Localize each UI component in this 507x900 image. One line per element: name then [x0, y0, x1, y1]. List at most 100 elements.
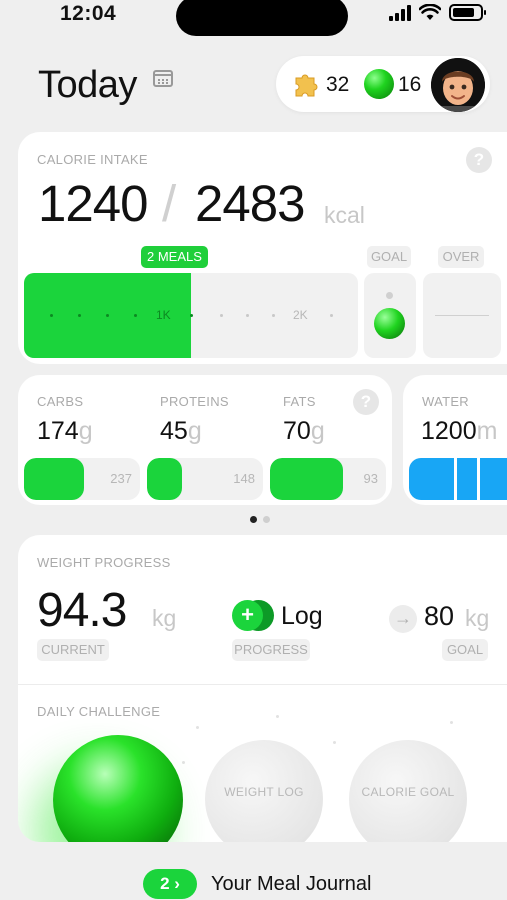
challenge-weight-log-label: WEIGHT LOG — [224, 785, 304, 799]
over-slot — [423, 273, 501, 358]
calorie-label: CALORIE INTAKE — [37, 152, 148, 167]
memoji-icon — [431, 58, 485, 112]
divider — [18, 684, 507, 685]
over-tag: OVER — [438, 246, 484, 268]
water-bar — [409, 458, 507, 500]
carbs-bar-fill — [24, 458, 85, 500]
dynamic-island — [176, 0, 348, 36]
scale-dot — [50, 314, 53, 317]
scale-dot — [220, 314, 223, 317]
calorie-card[interactable]: CALORIE INTAKE ? 1240 / 2483 kcal 2 MEAL… — [18, 132, 507, 364]
over-line — [435, 315, 489, 316]
calorie-unit: kcal — [324, 202, 365, 228]
rewards-pill[interactable]: 32 16 — [276, 56, 490, 112]
water-card[interactable]: WATER 1200m — [403, 375, 507, 505]
proteins-unit: g — [187, 417, 202, 445]
tick-2k: 2K — [293, 308, 308, 322]
proteins-bar: 148 — [147, 458, 263, 500]
scale-dot — [330, 314, 333, 317]
calorie-goal: 2483 — [195, 175, 305, 232]
scale-dot — [190, 314, 193, 317]
status-bar: 12:04 — [0, 0, 507, 40]
challenge-weight-log[interactable]: WEIGHT LOG — [205, 740, 323, 842]
carbs-unit: g — [78, 417, 93, 445]
status-time: 12:04 — [60, 2, 117, 25]
challenge-calorie-goal[interactable]: CALORIE GOAL — [349, 740, 467, 842]
carbs-total: 237 — [110, 471, 132, 486]
page-indicator[interactable] — [250, 516, 270, 523]
water-value: 1200m — [421, 417, 497, 446]
puzzle-icon — [295, 74, 318, 97]
calorie-separator: / — [162, 175, 177, 232]
speck — [182, 761, 185, 764]
speck — [450, 721, 453, 724]
water-segment — [409, 458, 455, 500]
challenge-orb-active[interactable] — [53, 735, 183, 842]
fats-total: 93 — [363, 471, 378, 486]
page-dot-active[interactable] — [250, 516, 257, 523]
puzzle-count: 32 — [326, 73, 350, 96]
log-weight-button[interactable]: + Log — [232, 600, 362, 636]
calendar-icon[interactable] — [153, 70, 173, 87]
water-unit: m — [476, 417, 498, 445]
water-segment — [457, 458, 477, 500]
weight-current-unit: kg — [152, 605, 177, 631]
arrow-right-icon: → — [389, 605, 417, 633]
weight-card[interactable]: WEIGHT PROGRESS 94.3 kg CURRENT + Log PR… — [18, 535, 507, 842]
scale-dot — [78, 314, 81, 317]
log-label: Log — [281, 602, 323, 630]
scale-dot — [106, 314, 109, 317]
weight-goal: 80 — [424, 601, 455, 631]
plus-icon: + — [232, 600, 263, 631]
water-amount: 1200 — [421, 417, 477, 445]
orb-count: 16 — [398, 73, 422, 96]
fats-bar: 93 — [270, 458, 386, 500]
goal-pin-icon — [386, 292, 393, 299]
weight-label: WEIGHT PROGRESS — [37, 555, 171, 570]
scale-dot — [272, 314, 275, 317]
current-tag: CURRENT — [37, 639, 109, 661]
page-dot[interactable] — [263, 516, 270, 523]
proteins-label: PROTEINS — [160, 394, 229, 409]
proteins-amount: 45 — [160, 417, 188, 445]
weight-goal-unit: kg — [465, 605, 490, 631]
avatar[interactable] — [431, 58, 485, 112]
calorie-progress-bar: 1K 2K — [24, 273, 358, 358]
calories-consumed: 1240 — [38, 175, 148, 232]
weight-current: 94.3 — [37, 584, 127, 637]
help-icon[interactable]: ? — [466, 147, 492, 173]
scale-dot — [134, 314, 137, 317]
water-segment — [479, 458, 507, 500]
battery-icon — [449, 4, 486, 21]
speck — [276, 715, 279, 718]
progress-tag: PROGRESS — [232, 639, 310, 661]
page-title: Today — [38, 64, 137, 106]
status-icons — [389, 4, 486, 21]
tick-1k: 1K — [156, 308, 171, 322]
journal-link[interactable]: Your Meal Journal — [211, 873, 371, 896]
challenge-calorie-goal-label: CALORIE GOAL — [361, 785, 455, 799]
meals-badge[interactable]: 2 MEALS — [141, 246, 208, 268]
goal-slot — [364, 273, 416, 358]
journal-count-badge[interactable]: 2 › — [143, 869, 197, 899]
fats-bar-fill — [270, 458, 344, 500]
carbs-amount: 174 — [37, 417, 79, 445]
fats-value: 70g — [283, 417, 325, 446]
carbs-bar: 237 — [24, 458, 140, 500]
proteins-value: 45g — [160, 417, 202, 446]
proteins-total: 148 — [233, 471, 255, 486]
signal-icon — [389, 4, 411, 21]
carbs-value: 174g — [37, 417, 93, 446]
goal-tag: GOAL — [367, 246, 411, 268]
fats-label: FATS — [283, 394, 316, 409]
speck — [333, 741, 336, 744]
help-icon[interactable]: ? — [353, 389, 379, 415]
goal-orb-icon — [374, 308, 405, 339]
carbs-label: CARBS — [37, 394, 84, 409]
macros-card[interactable]: CARBS PROTEINS FATS ? 174g 45g 70g 237 1… — [18, 375, 392, 505]
fats-unit: g — [310, 417, 325, 445]
challenge-label: DAILY CHALLENGE — [37, 704, 161, 719]
water-label: WATER — [422, 394, 469, 409]
speck — [196, 726, 199, 729]
fats-amount: 70 — [283, 417, 311, 445]
